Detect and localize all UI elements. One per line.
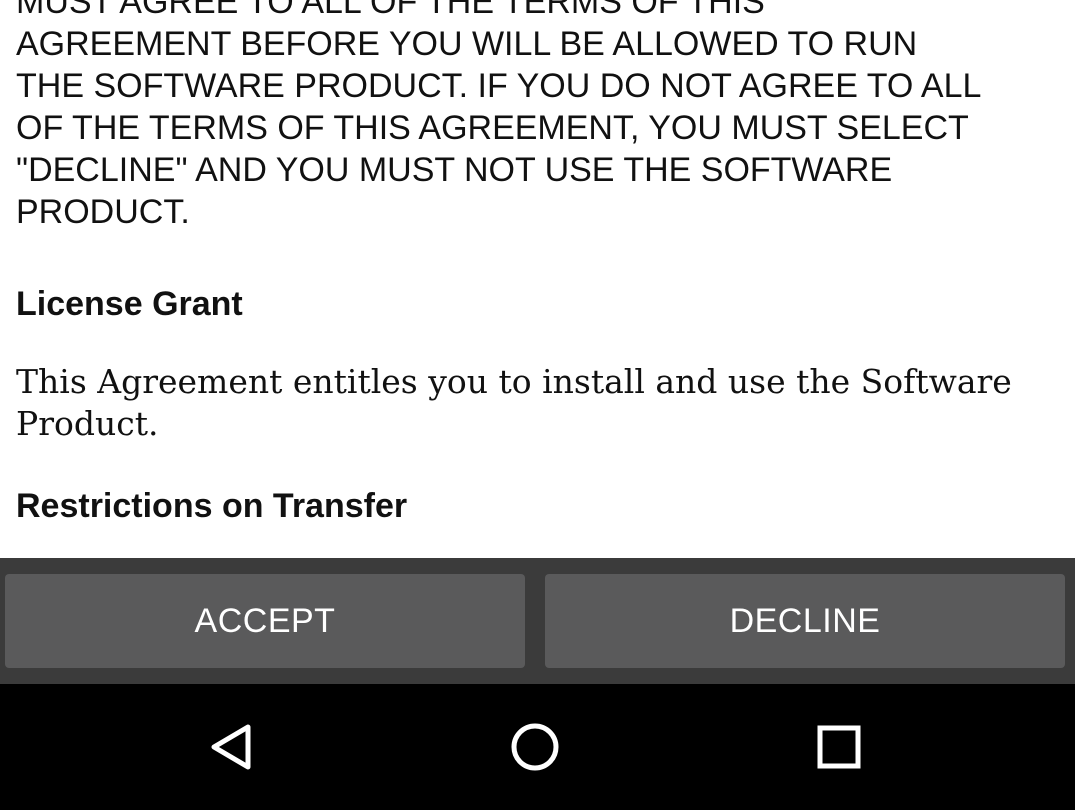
recents-square-icon: [817, 725, 861, 769]
back-button[interactable]: [196, 712, 266, 782]
license-grant-body: This Agreement entitles you to install a…: [16, 362, 1012, 443]
action-button-bar: ACCEPT DECLINE: [0, 558, 1075, 684]
system-navigation-bar: [0, 684, 1075, 810]
home-button[interactable]: [500, 712, 570, 782]
accept-button[interactable]: ACCEPT: [5, 574, 525, 668]
agreement-intro-text: MUST AGREE TO ALL OF THE TERMS OF THIS A…: [16, 0, 982, 231]
restrictions-heading: Restrictions on Transfer: [16, 487, 408, 525]
recents-button[interactable]: [804, 712, 874, 782]
back-triangle-icon: [211, 724, 251, 770]
agreement-scroll-area[interactable]: MUST AGREE TO ALL OF THE TERMS OF THIS A…: [0, 0, 1075, 558]
decline-button[interactable]: DECLINE: [545, 574, 1065, 668]
home-circle-icon: [511, 723, 559, 771]
license-agreement-screen: MUST AGREE TO ALL OF THE TERMS OF THIS A…: [0, 0, 1075, 810]
license-grant-heading: License Grant: [16, 285, 243, 323]
